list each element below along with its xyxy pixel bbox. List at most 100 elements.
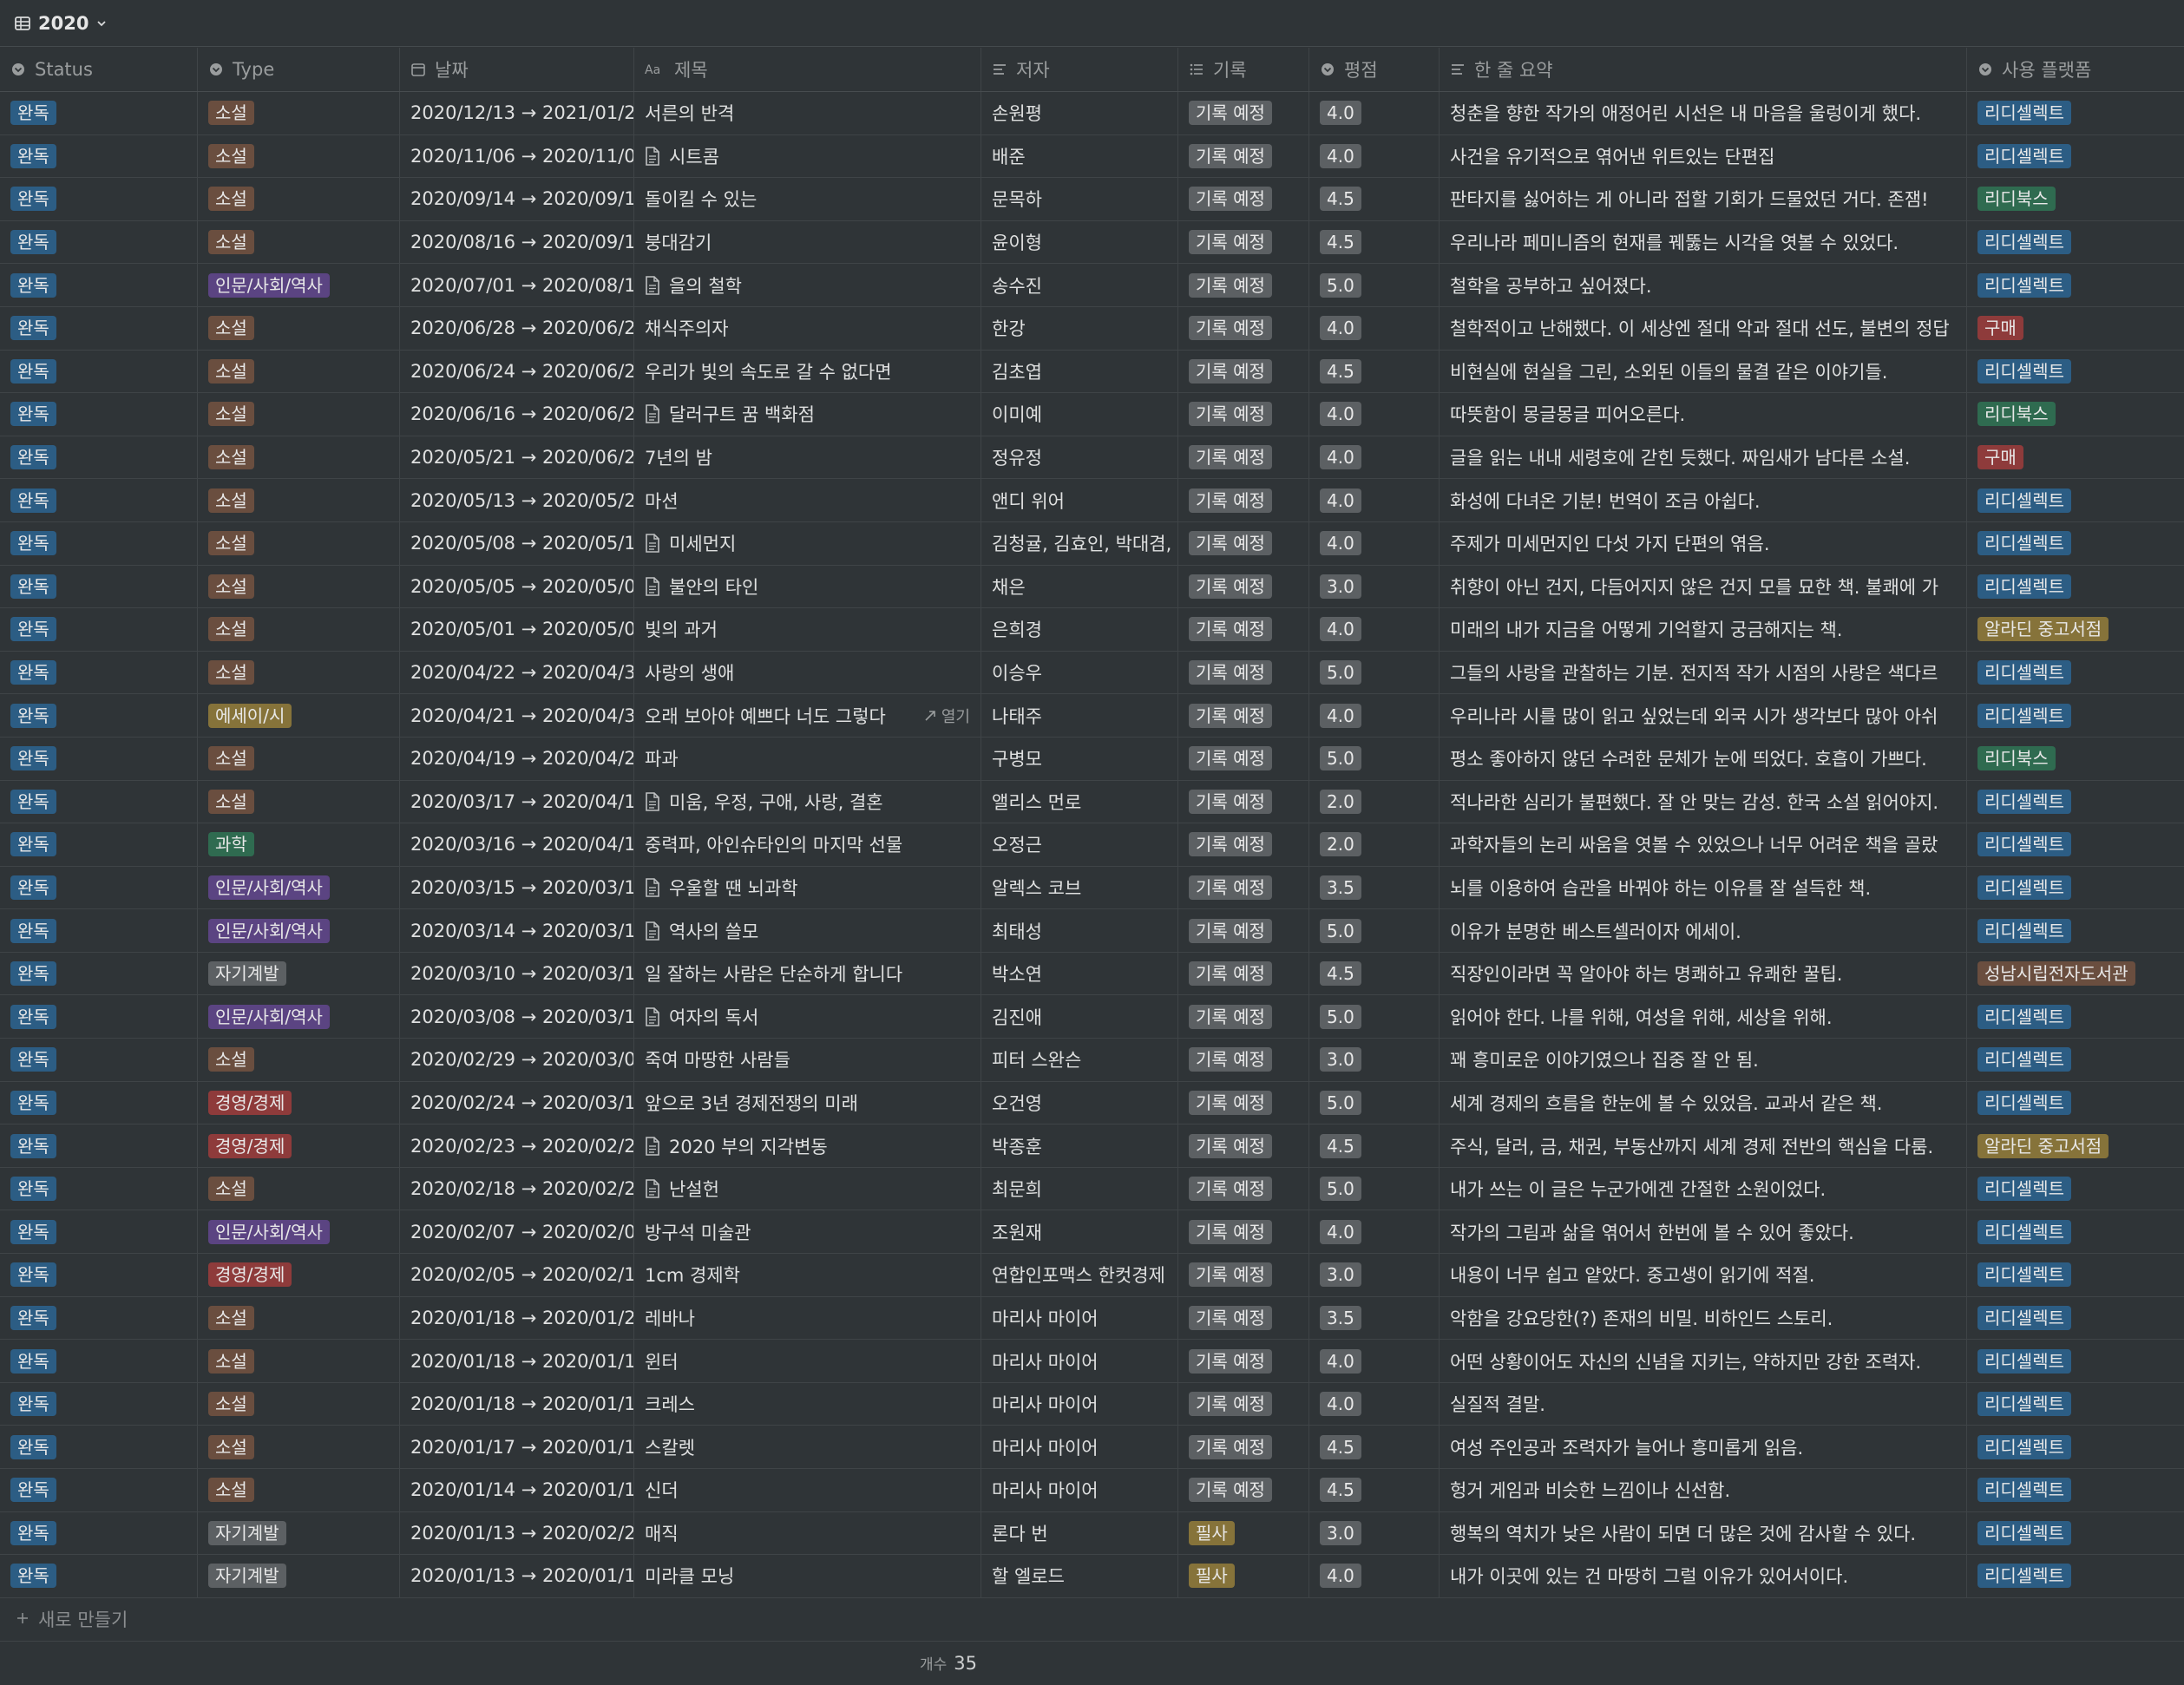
title-cell[interactable]: 사랑의 생애 <box>634 651 981 694</box>
type-cell[interactable]: 경영/경제 <box>198 1254 400 1296</box>
title-cell[interactable]: 달러구트 꿈 백화점 <box>634 393 981 436</box>
author-cell[interactable]: 한강 <box>981 306 1178 350</box>
type-cell[interactable]: 소설 <box>198 178 400 220</box>
table-row[interactable]: 완독 소설 2020/05/13 → 2020/05/29 마션 앤디 위어 기록 예정 4… <box>0 479 2184 522</box>
platform-cell[interactable]: 리디셀렉트 <box>1967 135 2184 178</box>
table-row[interactable]: 완독 자기계발 2020/01/13 → 2020/02/21 매직 론다 번 필사 3.0… <box>0 1511 2184 1556</box>
summary-cell[interactable]: 철학을 공부하고 싶어졌다. <box>1440 264 1967 306</box>
table-row[interactable]: 완독 인문/사회/역사 2020/02/07 → 2020/02/08 방구석 미술관… <box>0 1210 2184 1255</box>
record-cell[interactable]: 기록 예정 <box>1178 1382 1309 1426</box>
type-cell[interactable]: 소설 <box>198 393 400 436</box>
platform-cell[interactable]: 리디셀렉트 <box>1967 92 2184 134</box>
new-row-button[interactable]: 새로 만들기 <box>0 1598 2184 1642</box>
date-cell[interactable]: 2020/03/14 → 2020/03/15 <box>400 909 634 952</box>
summary-cell[interactable]: 작가의 그림과 삶을 엮어서 한번에 볼 수 있어 좋았다. <box>1440 1210 1967 1254</box>
status-cell[interactable]: 완독 <box>0 479 198 521</box>
table-row[interactable]: 완독 자기계발 2020/03/10 → 2020/03/19 일 잘하는 사람은 단… <box>0 952 2184 996</box>
date-cell[interactable]: 2020/03/10 → 2020/03/19 <box>400 952 634 995</box>
title-cell[interactable]: 신더 <box>634 1469 981 1511</box>
type-cell[interactable]: 자기계발 <box>198 1555 400 1597</box>
status-cell[interactable]: 완독 <box>0 1254 198 1296</box>
platform-cell[interactable]: 알라딘 중고서점 <box>1967 1124 2184 1167</box>
column-header-rating[interactable]: 평점 <box>1309 48 1440 91</box>
record-cell[interactable]: 기록 예정 <box>1178 1469 1309 1511</box>
author-cell[interactable]: 마리사 마이어 <box>981 1426 1178 1468</box>
record-cell[interactable]: 기록 예정 <box>1178 737 1309 780</box>
author-cell[interactable]: 은희경 <box>981 608 1178 651</box>
date-cell[interactable]: 2020/01/13 → 2020/02/21 <box>400 1511 634 1555</box>
status-cell[interactable]: 완독 <box>0 1511 198 1555</box>
date-cell[interactable]: 2020/11/06 → 2020/11/06 <box>400 134 634 178</box>
date-cell[interactable]: 2020/04/21 → 2020/04/30 <box>400 694 634 737</box>
rating-cell[interactable]: 3.5 <box>1309 866 1440 909</box>
column-header-record[interactable]: 기록 <box>1178 48 1309 91</box>
record-cell[interactable]: 기록 예정 <box>1178 436 1309 479</box>
author-cell[interactable]: 손원평 <box>981 92 1178 134</box>
rating-cell[interactable]: 3.0 <box>1309 1511 1440 1555</box>
status-cell[interactable]: 완독 <box>0 1340 198 1382</box>
rating-cell[interactable]: 4.0 <box>1309 608 1440 651</box>
table-row[interactable]: 완독 인문/사회/역사 2020/03/14 → 2020/03/15 역사의 쓸모 최… <box>0 909 2184 953</box>
platform-cell[interactable]: 성남시립전자도서관 <box>1967 953 2184 995</box>
author-cell[interactable]: 문목하 <box>981 178 1178 220</box>
rating-cell[interactable]: 4.0 <box>1309 1555 1440 1597</box>
summary-cell[interactable]: 그들의 사랑을 관찰하는 기분. 전지적 작가 시점의 사랑은 색다르 <box>1440 651 1967 694</box>
rating-cell[interactable]: 3.0 <box>1309 565 1440 608</box>
table-row[interactable]: 완독 소설 2020/01/18 → 2020/01/18 윈터 마리사 마이어 기록 예… <box>0 1340 2184 1383</box>
date-cell[interactable]: 2020/03/08 → 2020/03/14 <box>400 995 634 1039</box>
summary-cell[interactable]: 실질적 결말. <box>1440 1382 1967 1426</box>
platform-cell[interactable]: 리디셀렉트 <box>1967 867 2184 909</box>
type-cell[interactable]: 소설 <box>198 1469 400 1511</box>
record-cell[interactable]: 필사 <box>1178 1511 1309 1555</box>
rating-cell[interactable]: 4.5 <box>1309 350 1440 393</box>
platform-cell[interactable]: 리디셀렉트 <box>1967 1426 2184 1468</box>
author-cell[interactable]: 김초엽 <box>981 350 1178 393</box>
table-row[interactable]: 완독 소설 2020/02/29 → 2020/03/07 죽여 마땅한 사람들 피터 … <box>0 1039 2184 1082</box>
platform-cell[interactable]: 리디북스 <box>1967 393 2184 436</box>
record-cell[interactable]: 기록 예정 <box>1178 1081 1309 1124</box>
date-cell[interactable]: 2020/02/18 → 2020/02/23 <box>400 1167 634 1210</box>
status-cell[interactable]: 완독 <box>0 952 198 995</box>
status-cell[interactable]: 완독 <box>0 393 198 436</box>
date-cell[interactable]: 2020/06/16 → 2020/06/24 <box>400 393 634 436</box>
table-row[interactable]: 완독 소설 2020/03/17 → 2020/04/19 미움, 우정, 구애, 사… <box>0 780 2184 824</box>
author-cell[interactable]: 송수진 <box>981 264 1178 306</box>
table-row[interactable]: 완독 경영/경제 2020/02/23 → 2020/02/23 2020 부의 지각… <box>0 1124 2184 1168</box>
title-cell[interactable]: 앞으로 3년 경제전쟁의 미래 <box>634 1081 981 1124</box>
date-cell[interactable]: 2020/02/24 → 2020/03/10 <box>400 1081 634 1124</box>
table-row[interactable]: 완독 소설 2020/06/16 → 2020/06/24 달러구트 꿈 백화점 이미예… <box>0 393 2184 436</box>
summary-cell[interactable]: 주제가 미세먼지인 다섯 가지 단편의 엮음. <box>1440 521 1967 565</box>
type-cell[interactable]: 자기계발 <box>198 1511 400 1555</box>
date-cell[interactable]: 2020/09/14 → 2020/09/15 <box>400 178 634 220</box>
type-cell[interactable]: 소설 <box>198 780 400 823</box>
date-cell[interactable]: 2020/05/13 → 2020/05/29 <box>400 479 634 521</box>
type-cell[interactable]: 에세이/시 <box>198 694 400 737</box>
table-row[interactable]: 완독 인문/사회/역사 2020/03/15 → 2020/03/16 우울할 땐 뇌… <box>0 866 2184 910</box>
platform-cell[interactable]: 리디셀렉트 <box>1967 479 2184 521</box>
date-cell[interactable]: 2020/03/16 → 2020/04/19 <box>400 823 634 866</box>
type-cell[interactable]: 소설 <box>198 1340 400 1382</box>
author-cell[interactable]: 마리사 마이어 <box>981 1340 1178 1382</box>
title-cell[interactable]: 파과 <box>634 737 981 780</box>
date-cell[interactable]: 2020/01/14 → 2020/01/18 <box>400 1469 634 1511</box>
title-cell[interactable]: 윈터 <box>634 1340 981 1382</box>
platform-cell[interactable]: 리디셀렉트 <box>1967 823 2184 866</box>
date-cell[interactable]: 2020/01/18 → 2020/01/18 <box>400 1340 634 1382</box>
author-cell[interactable]: 마리사 마이어 <box>981 1469 1178 1511</box>
summary-cell[interactable]: 이유가 분명한 베스트셀러이자 에세이. <box>1440 909 1967 952</box>
summary-cell[interactable]: 우리나라 시를 많이 읽고 싶었는데 외국 시가 생각보다 많아 아쉬 <box>1440 694 1967 737</box>
status-cell[interactable]: 완독 <box>0 1081 198 1124</box>
record-cell[interactable]: 기록 예정 <box>1178 694 1309 737</box>
summary-cell[interactable]: 직장인이라면 꼭 알아야 하는 명쾌하고 유쾌한 꿀팁. <box>1440 952 1967 995</box>
type-cell[interactable]: 소설 <box>198 608 400 651</box>
platform-cell[interactable]: 리디셀렉트 <box>1967 1082 2184 1124</box>
rating-cell[interactable]: 4.5 <box>1309 1124 1440 1167</box>
summary-cell[interactable]: 사건을 유기적으로 엮어낸 위트있는 단편집 <box>1440 134 1967 178</box>
title-cell[interactable]: 채식주의자 <box>634 306 981 350</box>
column-header-summary[interactable]: 한 줄 요약 <box>1440 48 1967 91</box>
record-cell[interactable]: 기록 예정 <box>1178 134 1309 178</box>
summary-cell[interactable]: 헝거 게임과 비슷한 느낌이나 신선함. <box>1440 1469 1967 1511</box>
summary-cell[interactable]: 과학자들의 논리 싸움을 엿볼 수 있었으나 너무 어려운 책을 골랐 <box>1440 823 1967 866</box>
summary-cell[interactable]: 적나라한 심리가 불편했다. 잘 안 맞는 감성. 한국 소설 읽어야지. <box>1440 780 1967 823</box>
author-cell[interactable]: 마리사 마이어 <box>981 1382 1178 1426</box>
